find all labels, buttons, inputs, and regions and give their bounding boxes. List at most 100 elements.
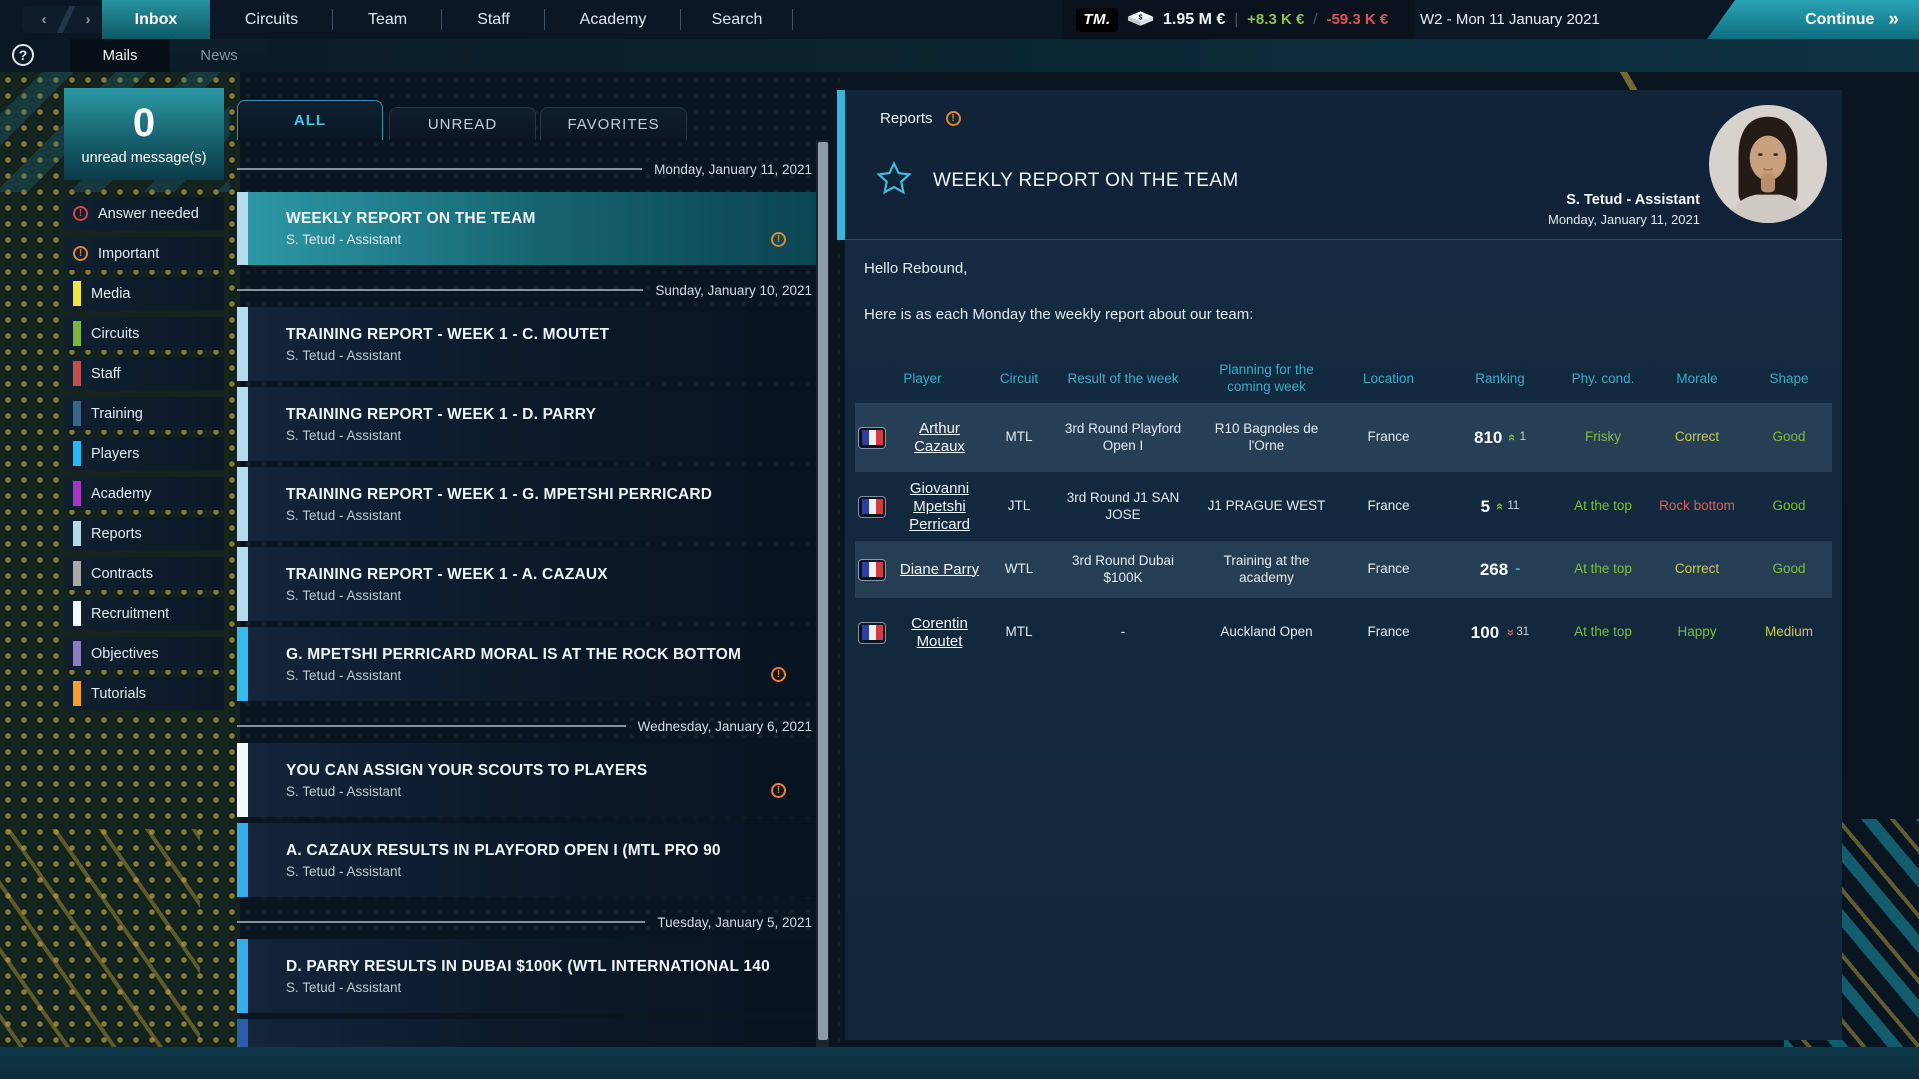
sidebar-item-answer-needed[interactable]: ! Answer needed: [64, 197, 224, 230]
category-color-bar: [73, 681, 81, 706]
unread-label: unread message(s): [82, 150, 207, 166]
mail-color-bar: [237, 1019, 248, 1047]
unread-count: 0: [133, 103, 155, 143]
morale-value: Correct: [1648, 559, 1746, 580]
favorite-star-icon[interactable]: [875, 160, 913, 198]
main-nav: Inbox Circuits Team Staff Academy Search: [102, 0, 793, 39]
tab-news[interactable]: News: [170, 39, 268, 72]
sidebar-item-reports[interactable]: Reports: [64, 517, 224, 550]
date-separator: Monday, January 11, 2021: [237, 160, 816, 178]
tab-mails[interactable]: Mails: [70, 39, 170, 72]
mail-item-training-cazaux[interactable]: TRAINING REPORT - WEEK 1 - A. CAZAUX S. …: [237, 547, 816, 621]
player-link[interactable]: Arthur Cazaux: [893, 420, 986, 456]
mail-filter-favorites[interactable]: FAVORITES: [540, 107, 687, 140]
important-icon: !: [771, 783, 786, 798]
sidebar-item-media[interactable]: Media: [64, 277, 224, 310]
forward-icon[interactable]: ›: [86, 11, 91, 28]
shape-value: Good: [1746, 427, 1832, 448]
mail-item-training-moutet[interactable]: TRAINING REPORT - WEEK 1 - C. MOUTET S. …: [237, 307, 816, 381]
date-separator: Tuesday, January 5, 2021: [237, 913, 816, 931]
continue-button[interactable]: Continue »: [1707, 0, 1919, 39]
important-icon: !: [771, 667, 786, 682]
mail-title: TRAINING REPORT - WEEK 1 - D. PARRY: [286, 406, 596, 424]
table-row: Diane Parry WTL 3rd Round Dubai $100K Tr…: [855, 541, 1832, 598]
mail-color-bar: [237, 387, 248, 461]
rank-flat-icon: -: [1515, 560, 1520, 579]
player-link[interactable]: Corentin Moutet: [893, 615, 986, 651]
flag-france-icon: [859, 428, 885, 448]
mail-reader: Reports ! WEEKLY REPORT ON THE TEAM S. T…: [837, 90, 1842, 1040]
scrollbar-thumb[interactable]: [818, 142, 828, 1040]
mail-title: A. CAZAUX RESULTS IN PLAYFORD OPEN I (MT…: [286, 842, 721, 860]
greeting-text: Hello Rebound,: [864, 260, 967, 277]
mail-title: TRAINING REPORT - WEEK 1 - C. MOUTET: [286, 326, 609, 344]
category-color-bar: [73, 321, 81, 346]
mail-sender: S. Tetud - Assistant: [286, 588, 608, 603]
shape-value: Medium: [1746, 622, 1832, 643]
sidebar-item-circuits[interactable]: Circuits: [64, 317, 224, 350]
game-date: W2 - Mon 11 January 2021: [1420, 0, 1600, 39]
reader-category: Reports: [880, 110, 933, 127]
tab-team[interactable]: Team: [333, 0, 442, 39]
category-color-bar: [73, 641, 81, 666]
sender-avatar: [1709, 105, 1827, 223]
svg-text:$: $: [1138, 12, 1142, 21]
sidebar-item-academy[interactable]: Academy: [64, 477, 224, 510]
mail-sender: S. Tetud - Assistant: [286, 864, 721, 879]
unread-counter: 0 unread message(s): [64, 88, 224, 180]
tab-search[interactable]: Search: [681, 0, 793, 39]
mail-filter-all[interactable]: ALL: [237, 100, 383, 140]
sidebar-item-contracts[interactable]: Contracts: [64, 557, 224, 590]
player-link[interactable]: Diane Parry: [893, 561, 986, 579]
sidebar-item-important[interactable]: ! Important: [64, 237, 224, 270]
weekly-gain: +8.3 K €: [1247, 11, 1304, 28]
sidebar-item-objectives[interactable]: Objectives: [64, 637, 224, 670]
history-nav[interactable]: ‹ ›: [22, 6, 110, 33]
mail-filter-unread[interactable]: UNREAD: [389, 107, 536, 140]
help-icon[interactable]: ?: [12, 44, 34, 66]
mail-color-bar: [237, 627, 248, 701]
sidebar-item-training[interactable]: Training: [64, 397, 224, 430]
mail-subject: WEEKLY REPORT ON THE TEAM: [933, 170, 1239, 192]
tab-inbox[interactable]: Inbox: [102, 0, 210, 39]
rank-up-icon: [1494, 503, 1507, 510]
mail-item-cazaux-results[interactable]: A. CAZAUX RESULTS IN PLAYFORD OPEN I (MT…: [237, 823, 816, 897]
mail-date: Monday, January 11, 2021: [1548, 212, 1700, 227]
mail-item-training-parry[interactable]: TRAINING REPORT - WEEK 1 - D. PARRY S. T…: [237, 387, 816, 461]
player-link[interactable]: Giovanni Mpetshi Perricard: [893, 480, 986, 534]
date-separator: Wednesday, January 6, 2021: [237, 717, 816, 735]
mail-item-assign-scouts[interactable]: YOU CAN ASSIGN YOUR SCOUTS TO PLAYERS S.…: [237, 743, 816, 817]
mail-sender: S. Tetud - Assistant: [286, 980, 770, 995]
table-header-row: Player Circuit Result of the week Planni…: [855, 355, 1832, 403]
mail-item-parry-results[interactable]: D. PARRY RESULTS IN DUBAI $100K (WTL INT…: [237, 939, 816, 1013]
app-window: ‹ › Inbox Circuits Team Staff Academy Se…: [0, 0, 1919, 1079]
table-row: Corentin Moutet MTL - Auckland Open Fran…: [855, 598, 1832, 667]
sidebar-item-staff[interactable]: Staff: [64, 357, 224, 390]
category-color-bar: [73, 361, 81, 386]
sidebar-item-recruitment[interactable]: Recruitment: [64, 597, 224, 630]
tab-academy[interactable]: Academy: [545, 0, 681, 39]
mail-title: YOU CAN ASSIGN YOUR SCOUTS TO PLAYERS: [286, 762, 647, 780]
mail-sender: S. Tetud - Assistant: [286, 232, 536, 247]
mail-color-bar: [237, 939, 248, 1013]
morale-value: Happy: [1648, 622, 1746, 643]
sub-bar: [0, 39, 1919, 72]
mail-item-partial[interactable]: [237, 1019, 816, 1047]
flag-france-icon: [859, 560, 885, 580]
tab-circuits[interactable]: Circuits: [210, 0, 333, 39]
mail-sender: S. Tetud - Assistant: [286, 784, 647, 799]
sidebar-item-tutorials[interactable]: Tutorials: [64, 677, 224, 710]
category-color-bar: [73, 561, 81, 586]
mail-item-training-mpetshi[interactable]: TRAINING REPORT - WEEK 1 - G. MPETSHI PE…: [237, 467, 816, 541]
back-icon[interactable]: ‹: [42, 11, 47, 28]
mail-item-weekly-report[interactable]: WEEKLY REPORT ON THE TEAM S. Tetud - Ass…: [237, 192, 816, 265]
category-color-bar: [73, 521, 81, 546]
tab-staff[interactable]: Staff: [442, 0, 545, 39]
mail-item-moral-rock-bottom[interactable]: G. MPETSHI PERRICARD MORAL IS AT THE ROC…: [237, 627, 816, 701]
phy-cond-value: At the top: [1558, 622, 1648, 643]
money-icon: $: [1127, 10, 1154, 30]
rank-up-icon: [1506, 434, 1519, 441]
category-color-bar: [73, 441, 81, 466]
weekly-loss: -59.3 K €: [1326, 11, 1388, 28]
sidebar-item-players[interactable]: Players: [64, 437, 224, 470]
